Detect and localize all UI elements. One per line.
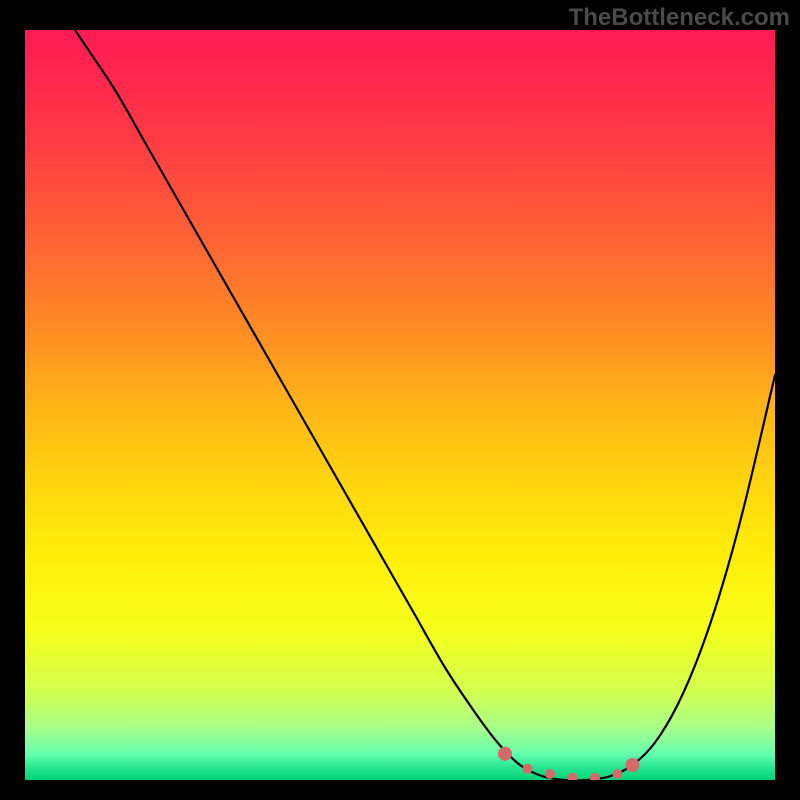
optimal-marker [626, 758, 640, 772]
plot-area [25, 30, 775, 780]
gradient-background [25, 30, 775, 780]
watermark-text: TheBottleneck.com [569, 4, 790, 32]
optimal-marker [613, 769, 623, 779]
optimal-marker [498, 747, 512, 761]
optimal-marker [545, 769, 555, 779]
bottleneck-chart [25, 30, 775, 780]
chart-frame: TheBottleneck.com [0, 0, 800, 800]
optimal-marker [523, 764, 533, 774]
